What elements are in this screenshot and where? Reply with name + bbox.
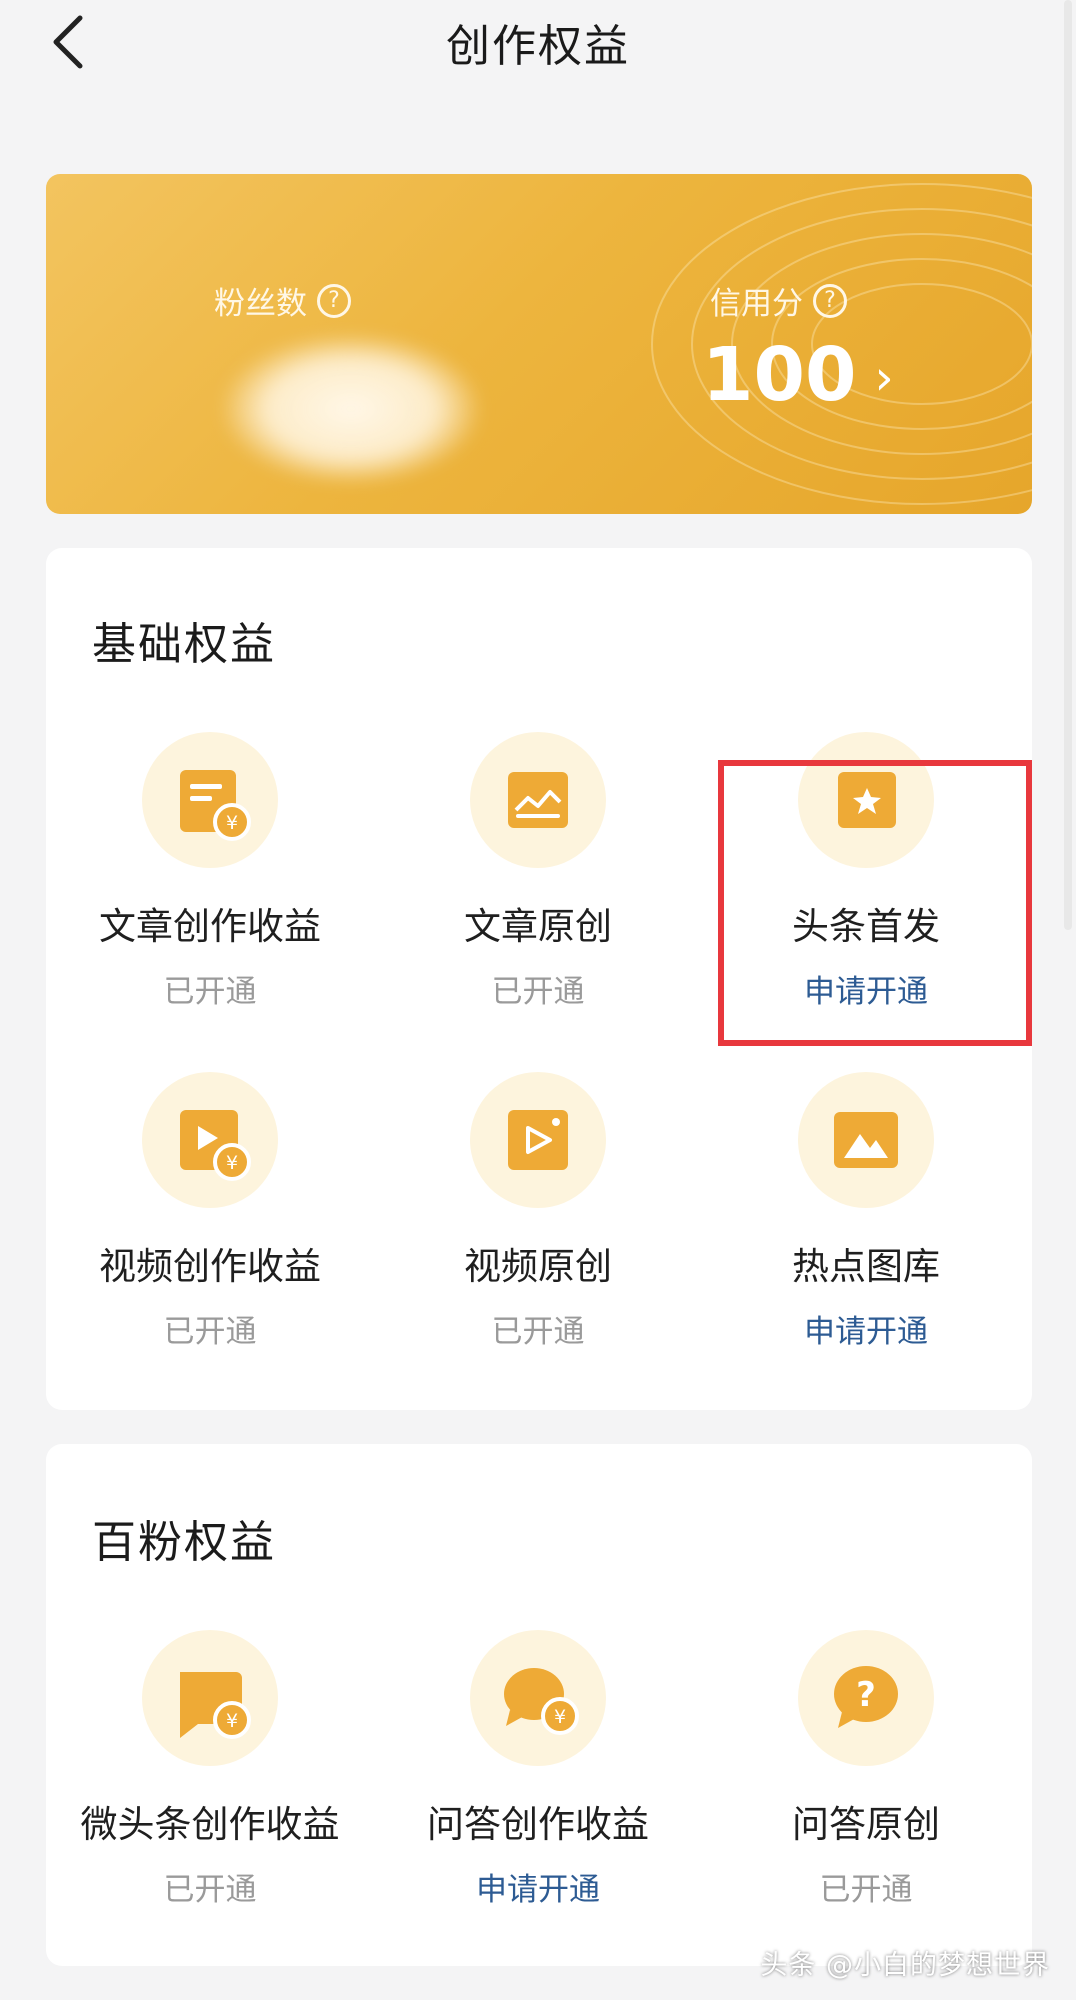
fans-label-group: 粉丝数 ? <box>214 278 351 323</box>
apply-link[interactable]: 申请开通 <box>374 1864 702 1909</box>
right-item-video-original[interactable]: 视频原创 已开通 <box>374 1072 702 1351</box>
right-status: 已开通 <box>491 974 585 1010</box>
fans-count-blurred <box>221 334 481 484</box>
watermark: 头条 @小白的梦想世界 <box>760 1950 1050 1981</box>
fans-label: 粉丝数 <box>214 286 307 322</box>
right-name: 问答原创 <box>792 1803 940 1846</box>
right-item-hot-gallery[interactable]: 热点图库 申请开通 <box>702 1072 1030 1351</box>
right-item-qa-income[interactable]: ¥ 问答创作收益 申请开通 <box>374 1630 702 1909</box>
svg-text:¥: ¥ <box>226 1152 238 1174</box>
help-icon[interactable]: ? <box>317 283 351 318</box>
right-name: 文章创作收益 <box>99 905 321 948</box>
credit-score-link[interactable]: 100 › <box>702 332 894 418</box>
credit-label: 信用分 <box>710 286 803 322</box>
section-title: 基础权益 <box>92 619 276 670</box>
apply-link[interactable]: 申请开通 <box>702 1306 1030 1351</box>
chevron-right-icon: › <box>874 350 894 406</box>
right-name: 视频原创 <box>464 1245 612 1288</box>
right-name: 视频创作收益 <box>99 1245 321 1288</box>
video-income-icon: ¥ <box>142 1072 278 1208</box>
article-income-icon: ¥ <box>142 732 278 868</box>
right-status: 已开通 <box>163 1872 257 1908</box>
right-name: 问答创作收益 <box>427 1803 649 1846</box>
svg-text:¥: ¥ <box>226 1710 238 1732</box>
right-item-article-income[interactable]: ¥ 文章创作收益 已开通 <box>46 732 374 1011</box>
right-status: 已开通 <box>163 1314 257 1350</box>
top-bar: 创作权益 <box>0 0 1076 90</box>
right-item-qa-original[interactable]: ? 问答原创 已开通 <box>702 1630 1030 1909</box>
micro-post-income-icon: ¥ <box>142 1630 278 1766</box>
mountain-image-icon <box>798 1072 934 1208</box>
right-name: 文章原创 <box>464 905 612 948</box>
right-item-article-original[interactable]: 文章原创 已开通 <box>374 732 702 1011</box>
section-title: 百粉权益 <box>92 1517 276 1568</box>
right-item-video-income[interactable]: ¥ 视频创作收益 已开通 <box>46 1072 374 1351</box>
hundred-fans-rights-card: 百粉权益 ¥ 微头条创作收益 已开通 ¥ 问答创作收益 申请开通 ? 问答原创 … <box>46 1444 1032 1966</box>
question-bubble-icon: ? <box>798 1630 934 1766</box>
scrollbar[interactable] <box>1064 0 1072 930</box>
credit-label-group: 信用分 ? <box>710 278 847 323</box>
right-name: 微头条创作收益 <box>80 1803 340 1846</box>
right-status: 已开通 <box>491 1314 585 1350</box>
credit-score-value: 100 <box>702 332 857 418</box>
right-status: 已开通 <box>819 1872 913 1908</box>
qa-income-icon: ¥ <box>470 1630 606 1766</box>
right-item-micro-post-income[interactable]: ¥ 微头条创作收益 已开通 <box>46 1630 374 1909</box>
page-title: 创作权益 <box>446 21 630 72</box>
svg-text:¥: ¥ <box>554 1706 566 1728</box>
svg-text:¥: ¥ <box>226 812 238 834</box>
image-frame-icon <box>470 732 606 868</box>
video-play-icon <box>470 1072 606 1208</box>
svg-text:?: ? <box>856 1675 876 1715</box>
stats-banner: 粉丝数 ? 信用分 ? 100 › <box>46 174 1032 514</box>
help-icon[interactable]: ? <box>813 283 847 318</box>
right-status: 已开通 <box>163 974 257 1010</box>
right-name: 热点图库 <box>792 1245 940 1288</box>
highlight-box <box>718 760 1032 1046</box>
